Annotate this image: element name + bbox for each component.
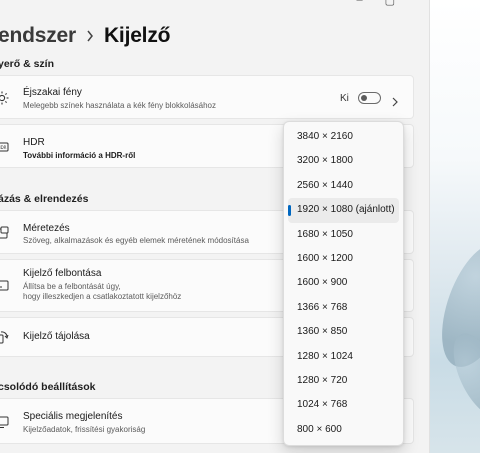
resolution-option-label: 1680 × 1050 [297, 228, 353, 240]
resolution-option-label: 1280 × 720 [297, 374, 348, 386]
night-light-card[interactable]: Éjszakai fény Melegebb színek használata… [0, 75, 414, 119]
resolution-option[interactable]: 3200 × 1800 [288, 149, 399, 173]
resolution-option[interactable]: 800 × 600 [288, 418, 399, 442]
section-title-related: csolódó beállítások [0, 381, 96, 393]
section-title-scale-layout: ázás & elrendezés [0, 193, 89, 205]
resolution-option-label: 1024 × 768 [297, 399, 348, 411]
resolution-desc-line2: hogy illeszkedjen a csatlakoztatott kije… [23, 292, 182, 301]
resolution-option-label: 3200 × 1800 [297, 155, 353, 167]
resolution-option-label: 1600 × 900 [297, 277, 348, 289]
page-title: Kijelző [103, 24, 171, 47]
orientation-title: Kijelző tájolása [23, 331, 90, 342]
resolution-option[interactable]: 1600 × 1200 [288, 247, 399, 271]
window-controls: – ▢ [356, 0, 395, 7]
svg-text:HDR: HDR [0, 145, 7, 150]
scale-icon [0, 226, 9, 240]
resolution-option[interactable]: 1680 × 1050 [288, 223, 399, 247]
resolution-option[interactable]: 2560 × 1440 [288, 174, 399, 198]
advanced-display-desc: Kijelzőadatok, frissítési gyakoriság [23, 425, 146, 434]
resolution-option-label: 1920 × 1080 (ajánlott) [297, 204, 395, 216]
toggle-knob [361, 95, 367, 101]
orientation-icon [0, 330, 9, 344]
minimize-icon[interactable]: – [356, 0, 362, 7]
resolution-option-label: 1280 × 1024 [297, 350, 353, 362]
sun-icon [0, 91, 9, 105]
maximize-icon[interactable]: ▢ [385, 0, 395, 7]
resolution-option-label: 1600 × 1200 [297, 252, 353, 264]
scale-desc: Szöveg, alkalmazások és egyéb elemek mér… [23, 236, 249, 245]
chevron-right-icon [86, 30, 94, 42]
settings-window: – ▢ endszer Kijelző yerő & szín Éjszakai… [0, 0, 430, 453]
section-title-brightness-color: yerő & szín [0, 58, 55, 70]
night-light-desc: Melegebb színek használata a kék fény bl… [23, 101, 217, 110]
resolution-option[interactable]: 1600 × 900 [288, 271, 399, 295]
resolution-option-label: 3840 × 2160 [297, 131, 353, 142]
breadcrumb: endszer Kijelző [0, 24, 170, 48]
night-light-toggle[interactable] [358, 92, 381, 104]
desktop-wallpaper [430, 0, 480, 453]
resolution-option[interactable]: 1280 × 720 [288, 369, 399, 393]
advanced-display-title: Speciális megjelenítés [23, 411, 123, 422]
resolution-option[interactable]: 1280 × 1024 [288, 345, 399, 369]
monitor-icon [0, 415, 9, 429]
hdr-title: HDR [23, 137, 45, 148]
resolution-option-label: 1360 × 850 [297, 326, 348, 338]
resolution-option-label: 800 × 600 [297, 423, 342, 435]
hdr-link[interactable]: További információ a HDR-ről [23, 150, 135, 161]
resolution-option[interactable]: 3840 × 2160 [288, 125, 399, 149]
resolution-option-label: 1366 × 768 [297, 301, 348, 313]
hdr-icon: HDR [0, 140, 9, 154]
resolution-option[interactable]: 1920 × 1080 (ajánlott) [288, 198, 399, 223]
chevron-right-icon[interactable] [391, 94, 399, 107]
selection-indicator [288, 205, 291, 217]
resolution-option-label: 2560 × 1440 [297, 179, 353, 191]
night-light-title: Éjszakai fény [23, 87, 82, 98]
resolution-option[interactable]: 1024 × 768 [288, 393, 399, 417]
scale-title: Méretezés [23, 223, 70, 234]
resolution-icon [0, 279, 9, 293]
resolution-title: Kijelző felbontása [23, 268, 102, 279]
resolution-dropdown-menu: 3840 × 2160 3200 × 1800 2560 × 1440 1920 × … [283, 121, 404, 446]
breadcrumb-parent[interactable]: endszer [0, 24, 76, 48]
resolution-option[interactable]: 1360 × 850 [288, 320, 399, 344]
resolution-option[interactable]: 1366 × 768 [288, 296, 399, 320]
night-light-toggle-state: Ki [340, 93, 349, 104]
